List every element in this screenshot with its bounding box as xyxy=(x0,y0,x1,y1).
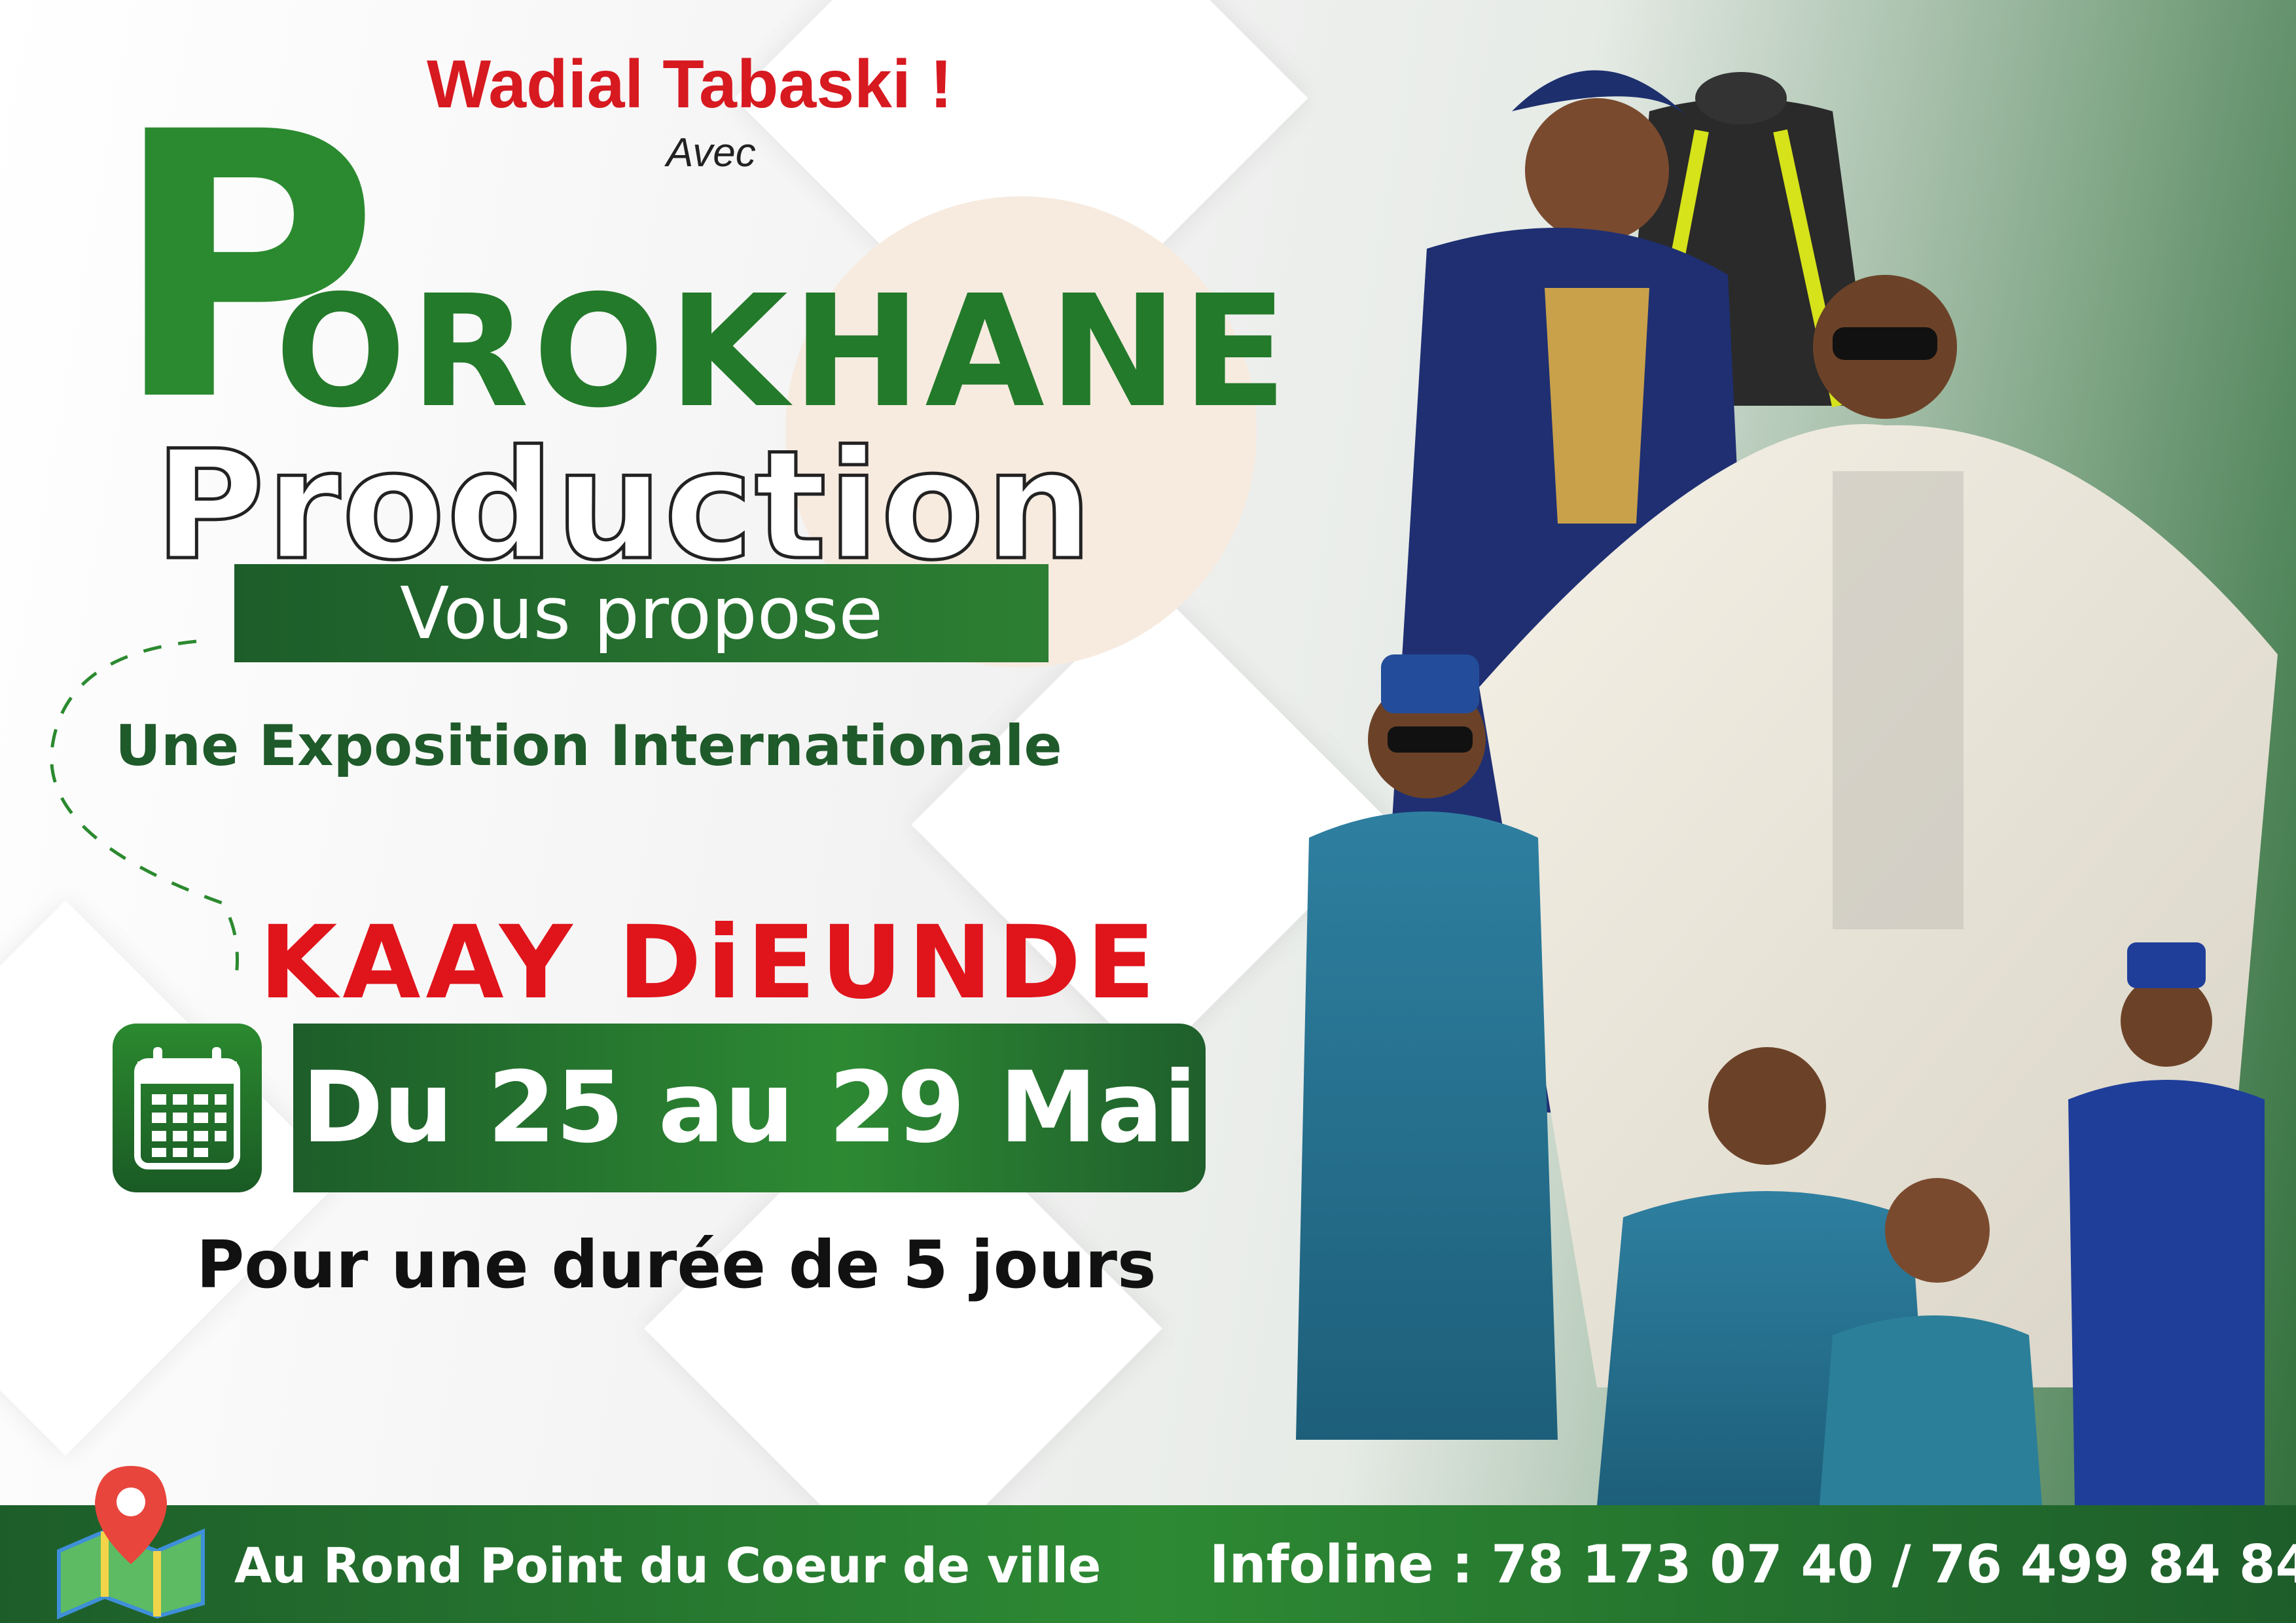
dashed-path xyxy=(50,639,239,982)
brand-name: OROKHANE xyxy=(275,262,1291,442)
models-photo xyxy=(1296,70,2278,1505)
date-banner: Du 25 au 29 Mai xyxy=(293,1024,1206,1192)
propose-banner: Vous propose xyxy=(234,564,1049,662)
calendar-badge xyxy=(113,1024,262,1192)
avec-text: Avec xyxy=(666,130,756,175)
calendar-icon xyxy=(134,1047,240,1169)
event-name: KAAY DiEUNDE xyxy=(259,904,1160,1022)
map-pin-icon xyxy=(57,1466,205,1620)
infoline: Infoline : 78 173 07 40 / 76 499 84 84 xyxy=(1210,1534,2296,1595)
exposition-title: Une Exposition Internationale xyxy=(115,713,1062,779)
headline: Wadial Tabaski ! xyxy=(427,46,953,122)
duration-text: Pour une durée de 5 jours xyxy=(196,1226,1157,1303)
address: Au Rond Point du Coeur de ville xyxy=(234,1538,1102,1594)
